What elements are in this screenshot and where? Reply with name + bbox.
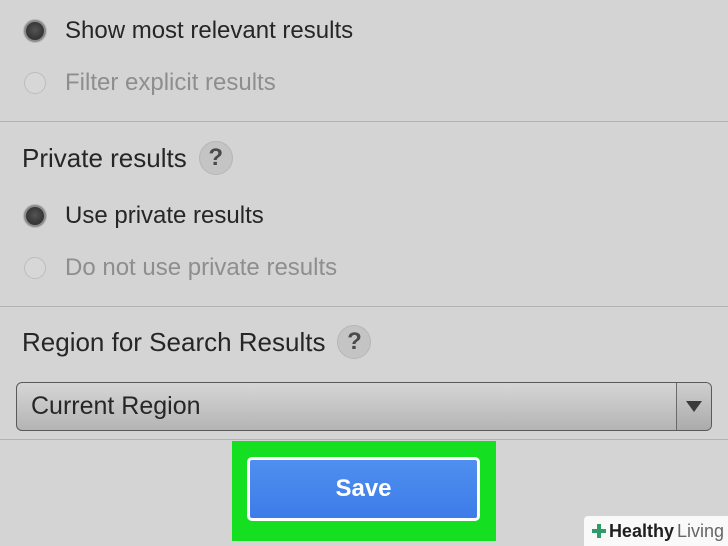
watermark-logo: Healthy Living — [583, 516, 728, 546]
section-title: Private results — [22, 142, 187, 173]
radio-option-use-private[interactable]: Use private results — [24, 204, 264, 228]
save-button[interactable]: Save — [247, 457, 480, 521]
region-heading: Region for Search Results ? — [22, 325, 372, 359]
watermark-brand-light: Living — [676, 520, 724, 541]
private-results-heading: Private results ? — [22, 141, 233, 175]
plus-cross-icon — [591, 524, 606, 538]
section-divider — [0, 439, 728, 440]
radio-label: Filter explicit results — [65, 69, 276, 96]
dropdown-toggle[interactable] — [676, 383, 711, 430]
radio-option-filter-explicit[interactable]: Filter explicit results — [24, 71, 276, 95]
radio-unselected-icon[interactable] — [24, 72, 46, 94]
radio-option-show-most-relevant[interactable]: Show most relevant results — [24, 19, 353, 43]
region-select-value: Current Region — [31, 392, 201, 420]
watermark-brand-bold: Healthy — [608, 520, 674, 541]
radio-label: Do not use private results — [65, 254, 338, 281]
radio-option-do-not-use-private[interactable]: Do not use private results — [24, 256, 337, 280]
radio-label: Show most relevant results — [65, 17, 354, 44]
chevron-down-icon — [686, 401, 702, 412]
section-divider — [0, 121, 728, 122]
region-select[interactable]: Current Region — [16, 382, 712, 431]
section-title: Region for Search Results — [22, 326, 326, 357]
radio-unselected-icon[interactable] — [24, 257, 46, 279]
radio-selected-icon[interactable] — [24, 20, 46, 42]
radio-selected-icon[interactable] — [24, 205, 46, 227]
radio-label: Use private results — [65, 202, 264, 229]
section-divider — [0, 306, 728, 307]
help-icon[interactable]: ? — [337, 325, 372, 359]
help-icon[interactable]: ? — [198, 141, 233, 175]
